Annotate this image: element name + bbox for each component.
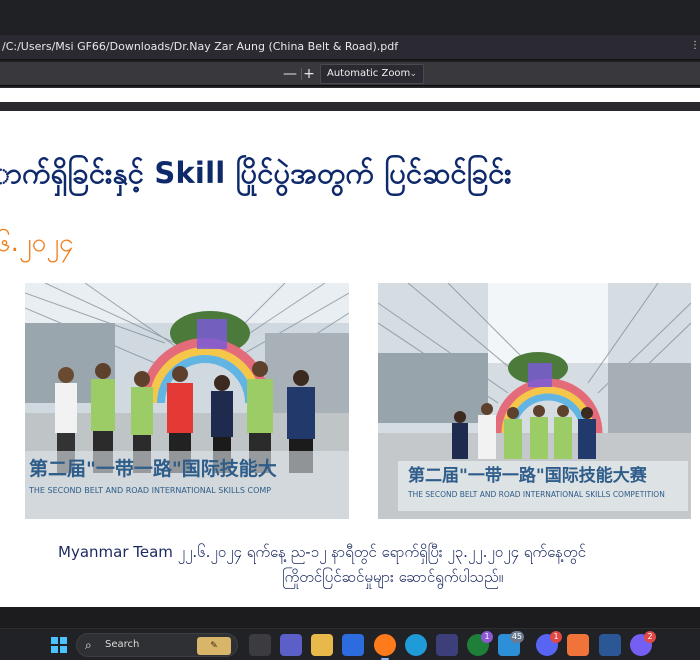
pdf-page: ာက်ရှိခြင်းနှင့် Skill ပြိုင်ပွဲအတွက် ပြ… <box>0 111 700 607</box>
viber-icon[interactable]: 2 <box>630 631 656 656</box>
word-icon[interactable] <box>599 634 621 656</box>
caption-line-1: Myanmar Team ၂၂.၆.၂၀၂၄ ရက်နေ့ ည-၁၂ နာရီတ… <box>58 543 586 561</box>
zoom-out-button[interactable]: — <box>281 65 299 83</box>
xbox-icon[interactable]: 1 <box>467 631 493 656</box>
task-view-icon[interactable] <box>249 634 271 656</box>
search-highlight-icon: ✎ <box>197 637 231 655</box>
viber-badge: 2 <box>644 631 656 643</box>
address-bar[interactable]: /C:/Users/Msi GF66/Downloads/Dr.Nay Zar … <box>0 36 700 60</box>
chevron-down-icon: ⌄ <box>409 69 417 79</box>
zoom-select-value: Automatic Zoom <box>327 68 411 79</box>
team-photo-right: 第二届"一带一路"国际技能大赛 THE SECOND BELT AND ROAD… <box>378 283 691 519</box>
discord-icon[interactable]: 1 <box>536 631 562 656</box>
browser-tab-bar <box>0 0 700 36</box>
ms-store-app-icon[interactable]: 45 <box>498 631 524 656</box>
windows-taskbar: ⌕ Search ✎ 1 45 1 2 <box>0 628 700 660</box>
pdf-viewer[interactable]: ာက်ရှိခြင်းနှင့် Skill ပြိုင်ပွဲအတွက် ပြ… <box>0 87 700 628</box>
zoom-select[interactable]: Automatic Zoom ⌄ <box>320 64 424 84</box>
page-heading: ာက်ရှိခြင်းနှင့် Skill ပြိုင်ပွဲအတွက် ပြ… <box>0 156 512 190</box>
caption-line-2: ကြိုတင်ပြင်ဆင်မှုများ ဆောင်ရွက်ပါသည်။ <box>282 568 504 586</box>
app-window-icon[interactable] <box>436 634 458 656</box>
sublime-icon[interactable] <box>567 634 589 656</box>
xbox-badge: 1 <box>481 631 493 643</box>
ms-store-app-badge: 45 <box>509 631 524 643</box>
windows-start-icon[interactable] <box>48 634 70 656</box>
edge-icon[interactable] <box>405 634 427 656</box>
teams-icon[interactable] <box>280 634 302 656</box>
firefox-icon[interactable] <box>374 634 396 660</box>
discord-badge: 1 <box>550 631 562 643</box>
search-label: Search <box>105 639 140 650</box>
photo2-banner-english: THE SECOND BELT AND ROAD INTERNATIONAL S… <box>407 490 665 499</box>
microsoft-store-icon[interactable] <box>342 634 364 656</box>
team-photo-left: 第二届"一带一路"国际技能大 THE SECOND BELT AND ROAD … <box>25 283 349 519</box>
zoom-in-button[interactable]: + <box>300 65 318 83</box>
photo2-banner-chinese: 第二届"一带一路"国际技能大赛 <box>408 465 648 486</box>
extensions-icon[interactable]: ⋮ <box>690 40 700 56</box>
file-explorer-icon[interactable] <box>311 634 333 656</box>
url-text[interactable]: /C:/Users/Msi GF66/Downloads/Dr.Nay Zar … <box>2 40 398 53</box>
page-gap <box>0 607 700 628</box>
date-fragment: ၆.၂၀၂၄ <box>0 228 74 258</box>
previous-page-edge <box>0 88 700 102</box>
photo1-banner-english: THE SECOND BELT AND ROAD INTERNATIONAL S… <box>28 486 271 495</box>
pdf-toolbar: — + Automatic Zoom ⌄ <box>0 62 700 86</box>
photo1-banner-chinese: 第二届"一带一路"国际技能大 <box>29 457 277 480</box>
search-icon: ⌕ <box>85 638 92 652</box>
taskbar-search[interactable]: ⌕ Search ✎ <box>76 633 238 657</box>
